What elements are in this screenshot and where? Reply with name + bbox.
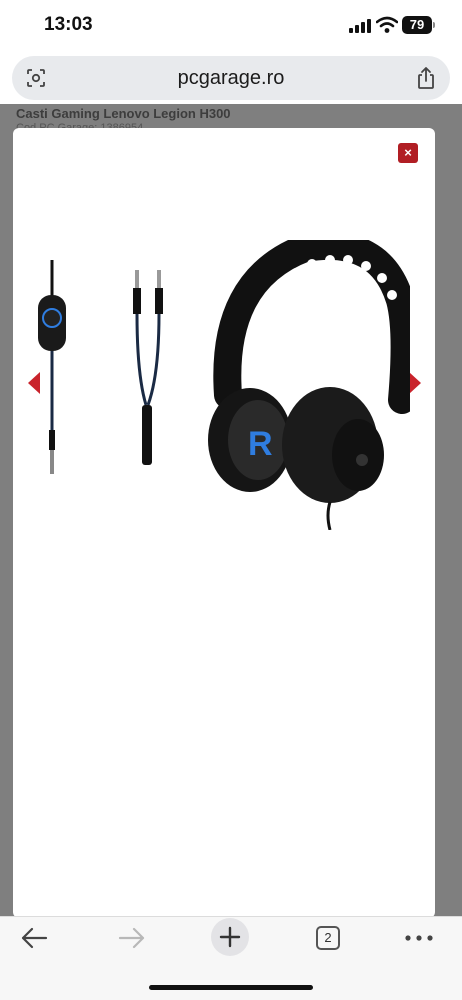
svg-text:R: R: [248, 425, 273, 463]
more-options-icon[interactable]: [404, 932, 434, 944]
share-icon[interactable]: [416, 66, 436, 90]
tab-switcher-button[interactable]: 2: [316, 926, 340, 950]
status-time: 13:03: [44, 14, 93, 35]
wifi-icon: [376, 16, 398, 33]
next-image-arrow-icon[interactable]: [409, 372, 421, 394]
home-indicator: [149, 985, 313, 990]
url-domain[interactable]: pcgarage.ro: [12, 67, 450, 90]
close-button[interactable]: ×: [398, 143, 418, 163]
inline-remote-cable: [38, 260, 66, 474]
address-bar[interactable]: pcgarage.ro: [12, 56, 450, 100]
cellular-signal-icon: [349, 19, 371, 33]
headset: R: [208, 240, 410, 530]
product-image: R: [38, 240, 410, 530]
battery-icon: 79: [402, 16, 432, 34]
background-product-title: Casti Gaming Lenovo Legion H300: [16, 106, 231, 121]
status-bar: 13:03 79: [0, 0, 462, 52]
back-arrow-icon[interactable]: [20, 926, 48, 950]
forward-arrow-icon[interactable]: [118, 926, 146, 950]
battery-tip: [433, 22, 435, 28]
plus-icon: [219, 926, 241, 948]
new-tab-button[interactable]: [211, 918, 249, 956]
splitter-cable: [133, 270, 163, 465]
